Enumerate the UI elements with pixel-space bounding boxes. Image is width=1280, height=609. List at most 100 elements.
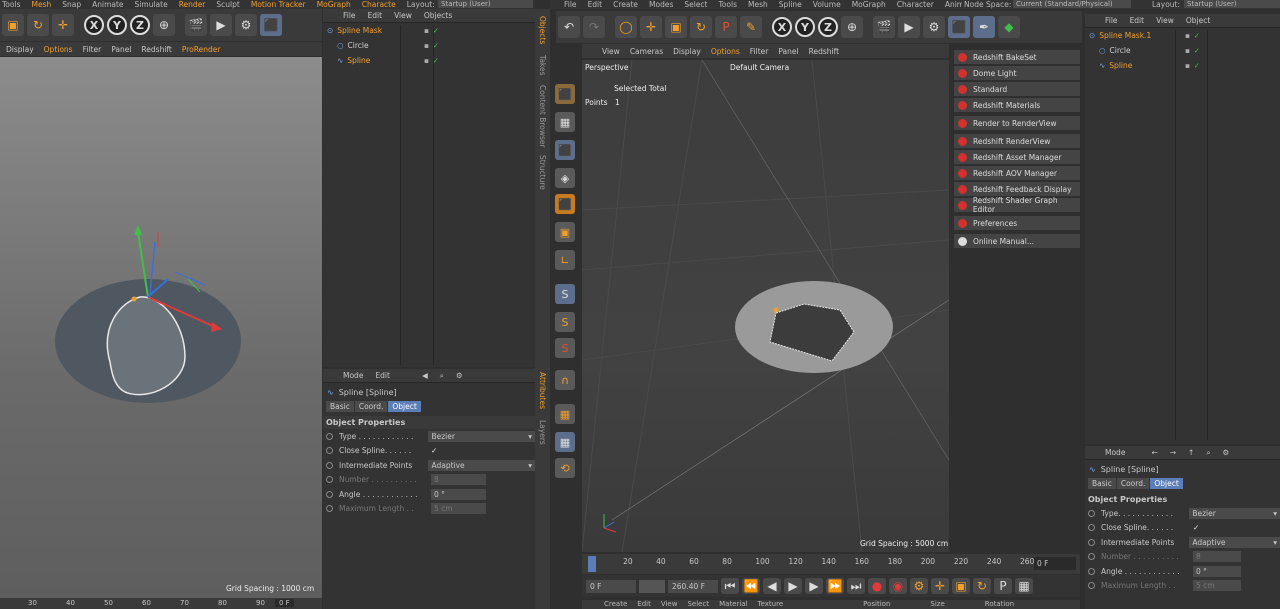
prop-number-field[interactable]: 5 cm	[431, 503, 486, 515]
animation-dot-icon[interactable]	[1088, 509, 1095, 517]
menu-view[interactable]: View	[661, 600, 678, 609]
prop-select[interactable]: Bezier ▾	[428, 430, 535, 442]
animation-dot-icon[interactable]	[326, 476, 333, 484]
menu-animate[interactable]: Animate	[92, 0, 123, 9]
undo-icon[interactable]: ↶	[558, 16, 580, 38]
prev-frame-icon[interactable]: ◀	[763, 578, 781, 594]
axis-z-icon[interactable]: Z	[818, 17, 838, 37]
menu-select[interactable]: Select	[684, 0, 707, 9]
menu-spline[interactable]: Spline	[779, 0, 802, 9]
menu-panel[interactable]: Panel	[111, 45, 131, 54]
node-space-select[interactable]: Current (Standard/Physical)	[1013, 0, 1131, 8]
menu-view[interactable]: View	[1156, 16, 1174, 25]
redshift-item-redshift-aov-manager[interactable]: Redshift AOV Manager	[954, 166, 1080, 180]
prop-number-field[interactable]: 0 °	[431, 488, 486, 500]
prop-number-field[interactable]: 8	[1193, 551, 1241, 563]
time-end-field[interactable]: 260.40 F	[668, 579, 718, 593]
redshift-item-standard[interactable]: Standard	[954, 82, 1080, 96]
checkbox[interactable]: ✓	[1193, 523, 1199, 532]
menu-motion-tracker[interactable]: Motion Tracker	[251, 0, 306, 9]
right-layout-select[interactable]: Startup (User)	[1184, 0, 1280, 8]
menu-character[interactable]: Character	[897, 0, 934, 9]
next-frame-icon[interactable]: ▶	[805, 578, 823, 594]
menu-cameras[interactable]: Cameras	[630, 47, 663, 56]
attr-tab-coord[interactable]: Coord.	[354, 401, 388, 412]
play-icon[interactable]: ▶	[784, 578, 802, 594]
left-viewport[interactable]: Grid Spacing : 1000 cm	[0, 57, 322, 598]
render-view-icon[interactable]: 🎬	[185, 14, 207, 36]
side-tab-structure[interactable]: Structure	[538, 155, 547, 190]
menu-edit[interactable]: Edit	[637, 600, 651, 609]
visibility-icon[interactable]: ▪	[424, 56, 429, 65]
go-end-icon[interactable]: ⏭	[847, 578, 865, 594]
param-key-icon[interactable]: P	[994, 578, 1012, 594]
attr-tab-object[interactable]: Object	[388, 401, 421, 412]
up-arrow-icon[interactable]: ↑	[1188, 448, 1194, 457]
menu-characte[interactable]: Characte	[362, 0, 396, 9]
settings-icon[interactable]: ⚙	[456, 371, 463, 380]
menu-sculpt[interactable]: Sculpt	[216, 0, 239, 9]
right-viewport[interactable]: Perspective Default Camera Selected Tota…	[582, 60, 949, 552]
menu-options[interactable]: Options	[44, 45, 73, 54]
render-settings-icon[interactable]: ⚙	[923, 16, 945, 38]
visibility-icon[interactable]: ▪	[1185, 31, 1190, 40]
keyframe-selection-icon[interactable]: ⚙	[910, 578, 928, 594]
redshift-item-redshift-renderview[interactable]: Redshift RenderView	[954, 134, 1080, 148]
object-row-spline[interactable]: ∿ Spline ▪ ✓	[323, 53, 535, 68]
menu-prorender[interactable]: ProRender	[182, 45, 221, 54]
live-selection-icon[interactable]: ◯	[615, 16, 637, 38]
menu-render[interactable]: Render	[179, 0, 206, 9]
palette-magnet-icon[interactable]: ∩	[552, 368, 578, 392]
animation-dot-icon[interactable]	[1088, 567, 1095, 575]
side-tab-layers[interactable]: Layers	[538, 420, 547, 445]
recent-tool-icon[interactable]: ✎	[740, 16, 762, 38]
menu-snap[interactable]: Snap	[62, 0, 81, 9]
search-icon[interactable]: ⌕	[440, 371, 444, 381]
coordinate-system-icon[interactable]: ⊕	[841, 16, 863, 38]
enabled-check-icon[interactable]: ✓	[1194, 61, 1200, 70]
menu-edit[interactable]: Edit	[588, 0, 603, 9]
animation-dot-icon[interactable]	[326, 490, 333, 498]
prop-number-field[interactable]: 0 °	[1193, 565, 1241, 577]
scale-key-icon[interactable]: ▣	[952, 578, 970, 594]
cube-icon[interactable]: ⬛	[948, 16, 970, 38]
cube-icon[interactable]: ⬛	[260, 14, 282, 36]
axis-y-icon[interactable]: Y	[107, 15, 127, 35]
forward-arrow-icon[interactable]: →	[1170, 448, 1176, 457]
back-arrow-icon[interactable]: ◀	[422, 371, 428, 380]
menu-create[interactable]: Create	[604, 600, 627, 609]
back-arrow-icon[interactable]: ←	[1151, 448, 1157, 457]
palette-snap-settings-icon[interactable]: S	[552, 310, 578, 334]
redshift-item-redshift-shader-graph-editor[interactable]: Redshift Shader Graph Editor	[954, 196, 1080, 214]
subdivision-icon[interactable]: ◆	[998, 16, 1020, 38]
visibility-icon[interactable]: ▪	[1185, 61, 1190, 70]
palette-snap-icon[interactable]: S	[552, 282, 578, 306]
right-timeline[interactable]: 0204060801001201401601802002202402600 F	[582, 554, 1080, 574]
autokey-icon[interactable]: ◉	[889, 578, 907, 594]
object-row-spline-mask[interactable]: ⊙ Spline Mask ▪ ✓	[323, 23, 535, 38]
redshift-item-preferences[interactable]: Preferences	[954, 216, 1080, 230]
redshift-item-redshift-materials[interactable]: Redshift Materials	[954, 98, 1080, 112]
prop-number-field[interactable]: 5 cm	[1193, 580, 1241, 592]
time-slider[interactable]	[639, 579, 665, 593]
time-start-field[interactable]: 0 F	[586, 579, 636, 593]
rotation-key-icon[interactable]: ↻	[973, 578, 991, 594]
attr-edit-menu[interactable]: Edit	[375, 371, 390, 380]
object-row-circle[interactable]: ○ Circle ▪ ✓	[1085, 43, 1280, 58]
animation-dot-icon[interactable]	[1088, 582, 1095, 590]
menu-mesh[interactable]: Mesh	[748, 0, 768, 9]
menu-file[interactable]: File	[1105, 16, 1118, 25]
pen-icon[interactable]: ✒	[973, 16, 995, 38]
menu-texture[interactable]: Texture	[758, 600, 784, 609]
palette-axis-icon[interactable]: ∟	[552, 248, 578, 272]
menu-display[interactable]: Display	[6, 45, 34, 54]
menu-redshift[interactable]: Redshift	[141, 45, 171, 54]
animation-dot-icon[interactable]	[1088, 524, 1095, 532]
animation-dot-icon[interactable]	[326, 432, 333, 440]
axis-y-icon[interactable]: Y	[795, 17, 815, 37]
prev-key-icon[interactable]: ⏪	[742, 578, 760, 594]
side-tab-content-browser[interactable]: Content Browser	[538, 85, 547, 148]
prop-select[interactable]: Bezier ▾	[1189, 507, 1280, 519]
attr-tab-basic[interactable]: Basic	[1088, 478, 1116, 489]
left-current-frame[interactable]: 0 F	[275, 599, 294, 607]
